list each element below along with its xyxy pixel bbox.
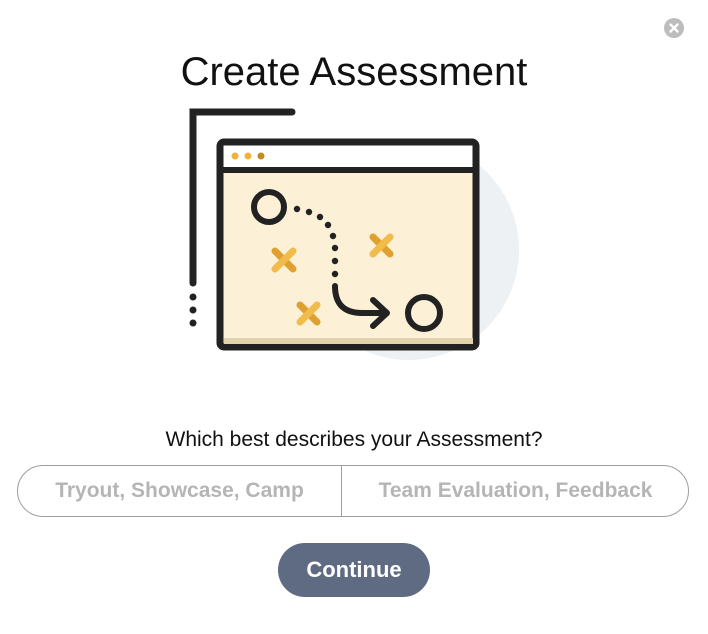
option-tryout-showcase-camp[interactable]: Tryout, Showcase, Camp bbox=[18, 466, 342, 516]
create-assessment-modal: Create Assessment Which best describes y… bbox=[0, 0, 708, 634]
modal-title: Create Assessment bbox=[180, 50, 528, 94]
continue-button[interactable]: Continue bbox=[278, 543, 430, 597]
assessment-type-selector: Tryout, Showcase, Camp Team Evaluation, … bbox=[17, 465, 689, 517]
close-icon[interactable] bbox=[664, 18, 684, 38]
play-strategy-illustration bbox=[180, 100, 530, 400]
assessment-type-question: Which best describes your Assessment? bbox=[165, 428, 543, 451]
option-team-evaluation-feedback[interactable]: Team Evaluation, Feedback bbox=[342, 466, 688, 516]
